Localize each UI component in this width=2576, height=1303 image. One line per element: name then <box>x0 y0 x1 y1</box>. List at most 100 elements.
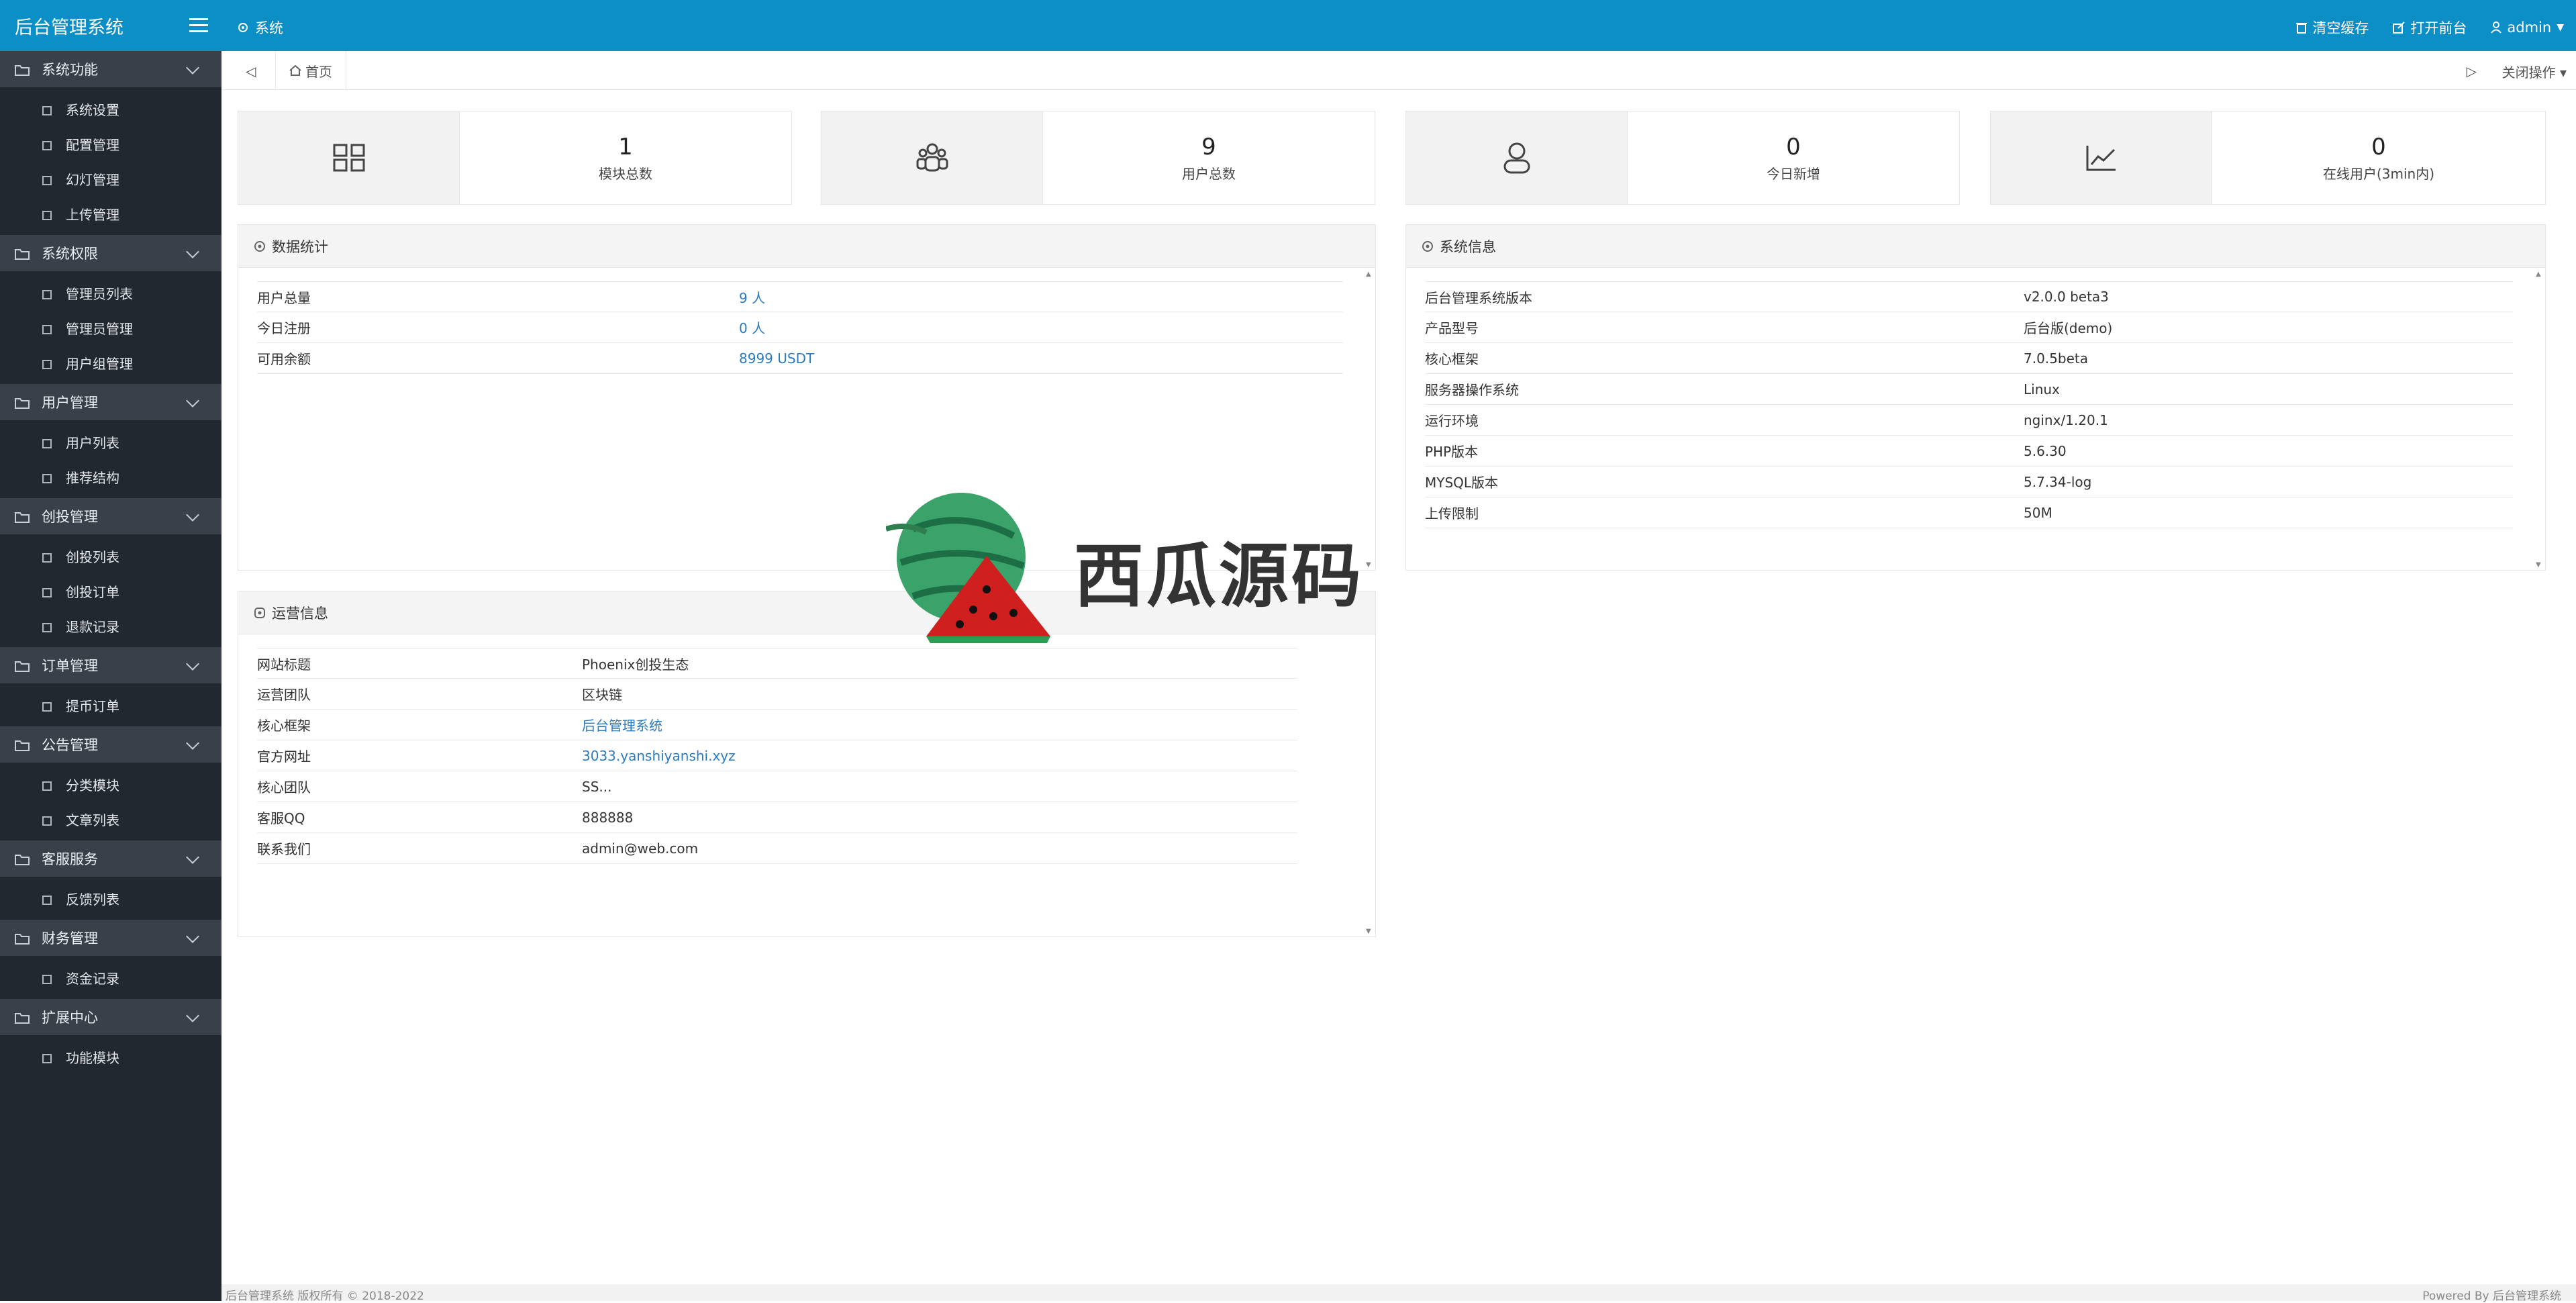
sidebar-item[interactable]: 用户组管理 <box>0 345 221 380</box>
stat-label: 今日新增 <box>1767 165 1820 182</box>
info-value: 7.0.5beta <box>2024 350 2088 367</box>
close-ops-dropdown[interactable]: 关闭操作 ▾ <box>2502 62 2567 81</box>
breadcrumb[interactable]: 系统 <box>236 17 283 38</box>
sidebar-item[interactable]: 资金记录 <box>0 960 221 995</box>
sidebar-item[interactable]: 退款记录 <box>0 608 221 643</box>
breadcrumb-label: 系统 <box>255 20 283 36</box>
info-value: 5.7.34-log <box>2024 473 2092 490</box>
info-value[interactable]: 8999 USDT <box>739 350 814 367</box>
sidebar-item[interactable]: 文章列表 <box>0 802 221 836</box>
chevron-down-icon <box>186 1009 199 1022</box>
sidebar-item-label: 系统设置 <box>66 101 119 118</box>
menu-item-icon <box>42 436 52 448</box>
menu-toggle-icon[interactable] <box>189 18 208 33</box>
clear-cache-button[interactable]: 清空缓存 <box>2296 17 2369 38</box>
sidebar-group-5[interactable]: 公告管理 <box>0 726 221 763</box>
watermelon-logo-icon <box>886 493 1050 643</box>
sidebar-group-label: 财务管理 <box>42 930 98 947</box>
info-row: 联系我们 admin@web.com <box>257 833 1297 864</box>
sidebar-group-7[interactable]: 财务管理 <box>0 920 221 956</box>
stat-value: 1 <box>618 133 633 160</box>
info-value[interactable]: 3033.yanshiyanshi.xyz <box>582 748 736 764</box>
info-value: 后台版(demo) <box>2024 320 2113 336</box>
chart-icon <box>1991 111 2212 204</box>
info-row: 官方网址 3033.yanshiyanshi.xyz <box>257 740 1297 771</box>
users-icon <box>822 111 1043 204</box>
sidebar-group-8[interactable]: 扩展中心 <box>0 999 221 1035</box>
sidebar-group-items: 功能模块 <box>0 1035 221 1078</box>
info-value[interactable]: 9 人 <box>739 287 765 307</box>
sidebar-item[interactable]: 反馈列表 <box>0 881 221 916</box>
scroll-down-icon[interactable]: ▼ <box>2536 561 2542 569</box>
info-row: 核心框架 后台管理系统 <box>257 710 1297 740</box>
folder-icon <box>15 853 30 865</box>
scroll-up-icon[interactable]: ▲ <box>1366 271 1373 278</box>
sidebar-item[interactable]: 创投订单 <box>0 573 221 608</box>
user-icon <box>1406 111 1628 204</box>
sidebar-group-1[interactable]: 系统权限 <box>0 235 221 271</box>
sidebar-group-label: 创投管理 <box>42 509 98 525</box>
menu-item-icon <box>42 972 52 984</box>
sidebar-group-0[interactable]: 系统功能 <box>0 51 221 87</box>
sidebar-item-label: 创投列表 <box>66 548 119 565</box>
sidebar-group-items: 创投列表创投订单 退款记录 <box>0 534 221 647</box>
sidebar-item-label: 配置管理 <box>66 136 119 153</box>
sidebar-item[interactable]: 管理员列表 <box>0 275 221 310</box>
sidebar-group-3[interactable]: 创投管理 <box>0 498 221 534</box>
sidebar-item[interactable]: 管理员管理 <box>0 310 221 345</box>
info-value: 888888 <box>582 809 634 826</box>
info-key: 核心团队 <box>257 779 311 795</box>
user-menu[interactable]: admin ▼ <box>2491 19 2564 36</box>
menu-item-icon <box>42 620 52 632</box>
folder-icon <box>15 932 30 945</box>
info-key: 运行环境 <box>1425 413 1479 429</box>
sidebar-nav: 系统功能系统设置配置管理幻灯管理上传管理系统权限管理员列表 管理员管理 用户组管理用… <box>0 51 221 1078</box>
sidebar-item[interactable]: 幻灯管理 <box>0 161 221 196</box>
open-front-button[interactable]: 打开前台 <box>2393 17 2467 38</box>
close-ops-label: 关闭操作 <box>2501 64 2556 81</box>
info-key: 上传限制 <box>1425 505 1479 522</box>
sidebar-item-label: 用户列表 <box>66 434 119 451</box>
sidebar-item-label: 上传管理 <box>66 206 119 223</box>
info-value: Linux <box>2024 381 2060 397</box>
folder-icon <box>15 738 30 751</box>
folder-icon <box>15 1011 30 1024</box>
sidebar-item[interactable]: 创投列表 <box>0 538 221 573</box>
app-title: 后台管理系统 <box>15 17 123 38</box>
info-value[interactable]: 0 人 <box>739 318 765 337</box>
open-front-label: 打开前台 <box>2410 20 2467 36</box>
stat-label: 在线用户(3min内) <box>2322 165 2435 182</box>
info-value: 区块链 <box>582 687 622 703</box>
sidebar-group-label: 系统功能 <box>42 62 98 78</box>
menu-item-icon <box>42 550 52 563</box>
tab-next-icon[interactable]: ▷ <box>2467 63 2477 79</box>
sidebar-group-items: 反馈列表 <box>0 877 221 920</box>
sidebar-item[interactable]: 推荐结构 <box>0 459 221 494</box>
scroll-up-icon[interactable]: ▲ <box>2536 271 2542 278</box>
info-key: 网站标题 <box>257 656 311 673</box>
sidebar-item[interactable]: 配置管理 <box>0 126 221 161</box>
tab-home[interactable]: 首页 <box>275 51 346 90</box>
info-key: 核心框架 <box>1425 351 1479 367</box>
sidebar-group-6[interactable]: 客服服务 <box>0 840 221 877</box>
info-value[interactable]: 后台管理系统 <box>582 715 662 734</box>
sidebar-group-4[interactable]: 订单管理 <box>0 647 221 683</box>
scroll-down-icon[interactable]: ▼ <box>1366 928 1373 935</box>
sidebar-item[interactable]: 系统设置 <box>0 91 221 126</box>
sidebar-item[interactable]: 提币订单 <box>0 687 221 722</box>
sidebar-item[interactable]: 功能模块 <box>0 1039 221 1074</box>
sidebar-item[interactable]: 分类模块 <box>0 767 221 802</box>
tab-prev-icon[interactable]: ◁ <box>246 63 256 79</box>
menu-item-icon <box>42 779 52 791</box>
scroll-down-icon[interactable]: ▼ <box>1366 561 1373 569</box>
sidebar-group-2[interactable]: 用户管理 <box>0 384 221 420</box>
sidebar-item[interactable]: 上传管理 <box>0 196 221 231</box>
menu-item-icon <box>42 699 52 712</box>
info-value: v2.0.0 beta3 <box>2024 289 2109 305</box>
info-key: PHP版本 <box>1425 444 1479 460</box>
sidebar-item-label: 资金记录 <box>66 970 119 987</box>
menu-item-icon <box>42 103 52 115</box>
folder-icon <box>15 396 30 409</box>
tab-bar: ◁ 首页 ▷ 关闭操作 ▾ <box>221 51 2576 90</box>
sidebar-item[interactable]: 用户列表 <box>0 424 221 459</box>
